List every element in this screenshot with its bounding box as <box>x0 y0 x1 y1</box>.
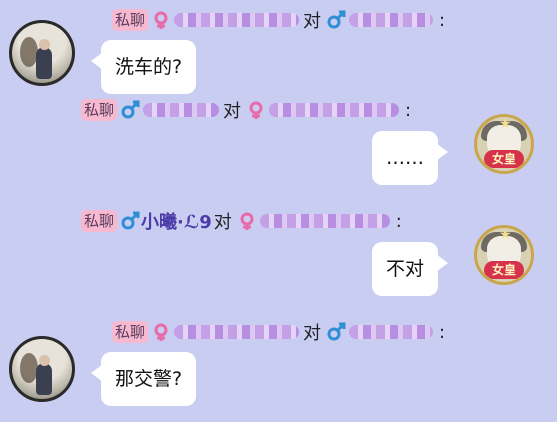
sender-name[interactable]: 小曦·ℒ9 <box>141 208 212 234</box>
sender-name-blurred[interactable] <box>174 325 300 339</box>
private-chat-tag: 私聊 <box>112 321 149 343</box>
female-icon <box>245 99 267 121</box>
empress-badge: 女皇 <box>484 261 524 279</box>
to-label: 对 <box>213 212 232 233</box>
colon: : <box>439 321 446 343</box>
male-icon <box>119 210 141 232</box>
message-header: 私聊 对 : <box>112 7 445 33</box>
sender-name-blurred[interactable] <box>143 103 220 117</box>
private-chat-tag: 私聊 <box>81 99 118 121</box>
crown-star-icon: ★ <box>499 116 512 132</box>
male-icon <box>325 321 347 343</box>
user-avatar[interactable]: ★ 女皇 <box>474 225 534 285</box>
private-chat-tag: 私聊 <box>112 9 149 31</box>
male-icon <box>119 99 141 121</box>
message-bubble[interactable]: 不对 <box>372 242 449 296</box>
crown-star-icon: ★ <box>499 227 512 243</box>
female-icon <box>236 210 258 232</box>
message-bubble[interactable]: 洗车的? <box>90 40 197 94</box>
male-icon <box>325 9 347 31</box>
sender-avatar[interactable] <box>9 336 75 402</box>
message-header: 私聊 对 : <box>81 97 411 123</box>
empress-badge: 女皇 <box>484 150 524 168</box>
private-chat-tag: 私聊 <box>81 210 118 232</box>
to-label: 对 <box>303 11 322 32</box>
sender-avatar[interactable] <box>9 20 75 86</box>
user-avatar[interactable]: ★ 女皇 <box>474 114 534 174</box>
message-header: 私聊 小曦·ℒ9 对 : <box>81 208 402 234</box>
message-header: 私聊 对 : <box>112 319 445 345</box>
to-label: 对 <box>223 101 242 122</box>
message-bubble[interactable]: 那交警? <box>90 352 197 406</box>
recipient-name-blurred[interactable] <box>349 325 434 339</box>
to-label: 对 <box>303 323 322 344</box>
colon: : <box>439 9 446 31</box>
colon: : <box>395 210 402 232</box>
recipient-name-blurred[interactable] <box>269 103 400 117</box>
sender-name-blurred[interactable] <box>174 13 300 27</box>
colon: : <box>405 99 412 121</box>
recipient-name-blurred[interactable] <box>349 13 434 27</box>
female-icon <box>150 9 172 31</box>
female-icon <box>150 321 172 343</box>
recipient-name-blurred[interactable] <box>259 214 390 228</box>
message-bubble[interactable]: …… <box>372 131 448 185</box>
